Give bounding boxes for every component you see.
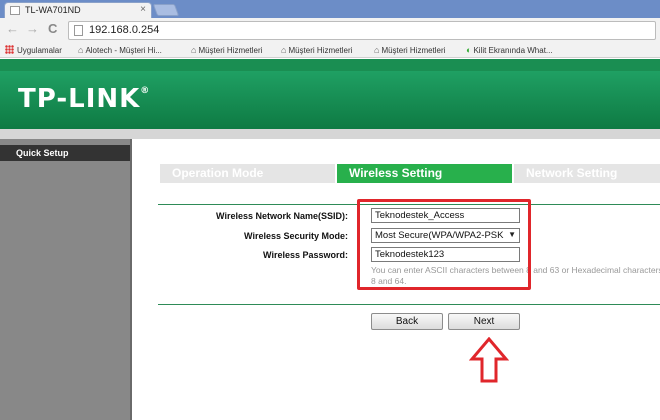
step-network-setting: Network Setting — [514, 164, 660, 183]
annotation-highlight-box — [357, 199, 531, 290]
bookmarks-bar: Uygulamalar ⌂ Alotech - Müşteri Hi... ⌂ Mü… — [0, 42, 660, 58]
browser-toolbar: ← → C 192.168.0.254 — [0, 18, 660, 42]
annotation-up-arrow-icon — [469, 337, 509, 383]
bookmark-item[interactable]: ⌂ Müşteri Hizmetleri — [374, 45, 445, 55]
divider-bottom — [158, 304, 660, 305]
bookmark-item[interactable]: ⌂ Alotech - Müşteri Hi... — [78, 45, 162, 55]
back-arrow-icon[interactable]: ← — [6, 22, 19, 36]
security-mode-label: Wireless Security Mode: — [244, 231, 348, 241]
bookmark-item[interactable]: ⌂ Müşteri Hizmetleri — [281, 45, 352, 55]
password-label: Wireless Password: — [263, 250, 348, 260]
close-tab-icon[interactable]: × — [140, 4, 146, 15]
ssid-label: Wireless Network Name(SSID): — [216, 211, 348, 221]
reload-icon[interactable]: C — [48, 22, 57, 36]
next-button[interactable]: Next — [448, 313, 520, 330]
forward-arrow-icon[interactable]: → — [26, 22, 39, 36]
bookmark-icon: ⌂ — [78, 45, 84, 55]
bookmark-icon: ⌂ — [374, 45, 380, 55]
tp-link-logo: TP-LINK® — [18, 84, 151, 114]
url-text: 192.168.0.254 — [89, 24, 160, 36]
tab-title: TL-WA701ND — [25, 5, 81, 15]
header-stripe — [0, 59, 660, 71]
header-divider — [0, 129, 660, 139]
bookmark-icon: ⌂ — [191, 45, 197, 55]
page-icon — [10, 6, 20, 15]
whatsapp-icon: ◐ — [466, 45, 472, 55]
step-wireless-setting: Wireless Setting — [337, 164, 512, 183]
address-bar[interactable]: 192.168.0.254 — [68, 21, 656, 40]
sidebar-item-quick-setup[interactable]: Quick Setup — [0, 145, 130, 161]
bookmark-item[interactable]: ◐ Kilit Ekranında What... — [466, 45, 553, 55]
browser-tab-bar: TL-WA701ND × — [0, 0, 660, 18]
bookmark-item[interactable]: ⌂ Müşteri Hizmetleri — [191, 45, 262, 55]
bookmark-icon: ⌂ — [281, 45, 287, 55]
new-tab-button[interactable] — [152, 4, 180, 16]
browser-tab[interactable]: TL-WA701ND × — [4, 2, 152, 18]
router-header: TP-LINK® — [0, 59, 660, 129]
sidebar: Quick Setup — [0, 139, 132, 420]
bookmark-apps[interactable]: Uygulamalar — [5, 45, 62, 55]
step-operation-mode: Operation Mode — [160, 164, 335, 183]
back-button[interactable]: Back — [371, 313, 443, 330]
page-icon — [74, 25, 83, 36]
apps-icon — [5, 45, 14, 54]
